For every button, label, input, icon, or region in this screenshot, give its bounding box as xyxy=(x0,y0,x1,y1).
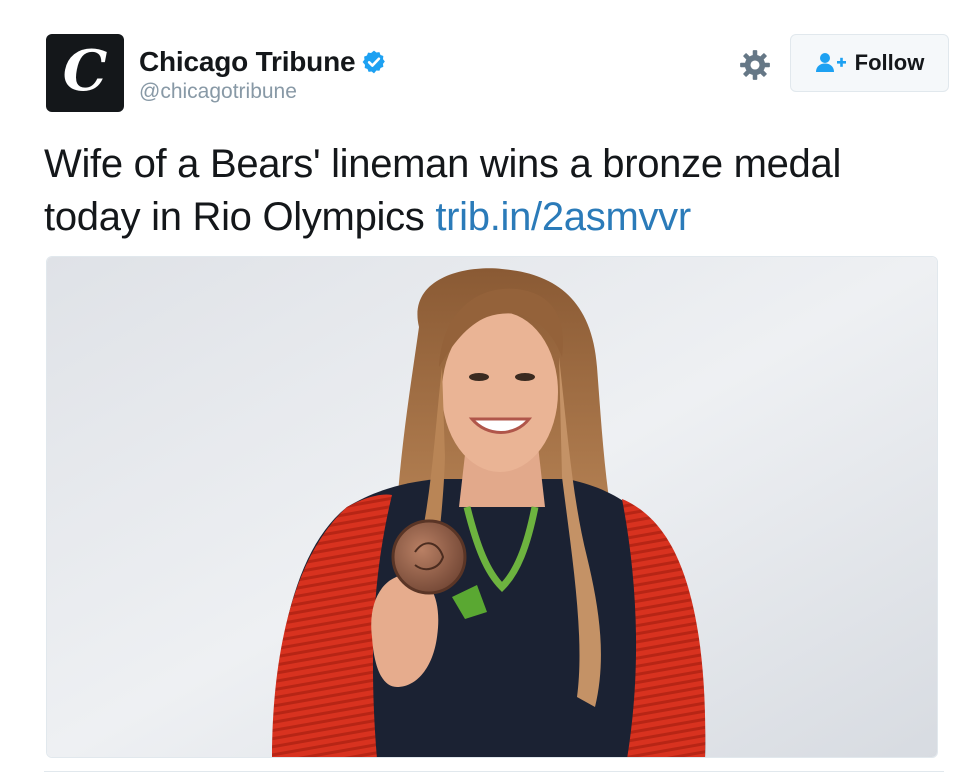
account-handle[interactable]: @chicagotribune xyxy=(139,80,297,104)
display-name[interactable]: Chicago Tribune xyxy=(139,46,356,78)
tweet-photo[interactable] xyxy=(46,256,938,758)
follow-button[interactable]: Follow xyxy=(790,34,949,92)
divider xyxy=(44,771,944,772)
tweet-link[interactable]: trib.in/2asmvvr xyxy=(435,195,691,239)
avatar-letter: C xyxy=(62,38,108,104)
add-user-icon xyxy=(815,53,846,72)
verified-badge-icon xyxy=(362,50,386,74)
gear-icon[interactable] xyxy=(738,48,772,82)
tweet-card: C Chicago Tribune @chicagotribune Follow… xyxy=(0,0,980,779)
account-name-row: Chicago Tribune xyxy=(139,44,387,80)
tweet-text: Wife of a Bears' lineman wins a bronze m… xyxy=(44,138,944,244)
athlete-photo xyxy=(47,257,937,757)
account-avatar[interactable]: C xyxy=(46,34,124,112)
follow-label: Follow xyxy=(854,50,925,75)
